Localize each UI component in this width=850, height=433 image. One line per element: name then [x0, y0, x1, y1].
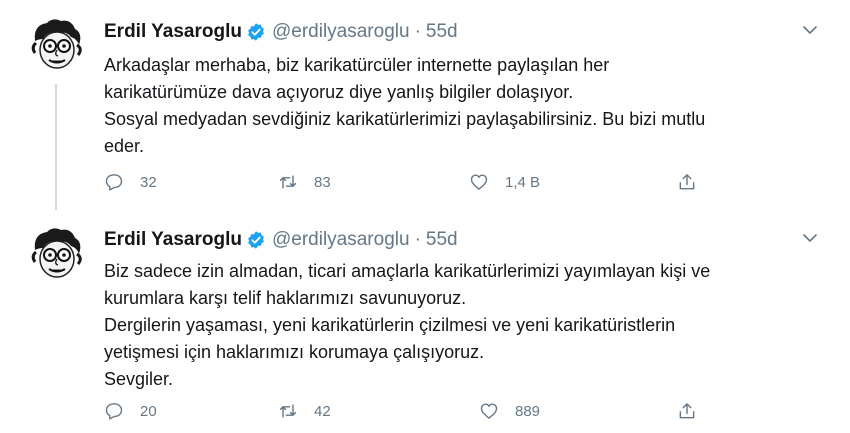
tweet-1[interactable]: Erdil Yasaroglu @erdilyasaroglu · 55d Ar…	[0, 0, 850, 210]
tweet-text-line: karikatürümüze dava açıyoruz diye yanlış…	[104, 82, 574, 102]
tweet-header: Erdil Yasaroglu @erdilyasaroglu · 55d	[104, 20, 458, 44]
tweet-timestamp[interactable]: 55d	[426, 21, 458, 43]
tweet-text-line: yetişmesi için haklarımızı korumaya çalı…	[104, 342, 485, 362]
verified-badge-icon	[248, 231, 264, 249]
caricature-avatar-image	[31, 228, 82, 278]
tweet-header: Erdil Yasaroglu @erdilyasaroglu · 55d	[104, 228, 458, 252]
author-handle[interactable]: @erdilyasaroglu	[272, 229, 410, 251]
reply-icon	[105, 174, 123, 191]
reply-count: 20	[140, 402, 157, 420]
separator-dot: ·	[414, 21, 421, 42]
tweet-text-line: kurumlara karşı telif haklarımızı savunu…	[104, 288, 467, 308]
avatar[interactable]	[27, 17, 85, 75]
share-icon	[679, 403, 695, 419]
retweet-count: 42	[314, 402, 331, 420]
tweet-2[interactable]: Erdil Yasaroglu @erdilyasaroglu · 55d Bi…	[0, 218, 850, 433]
retweet-button[interactable]: 42	[278, 401, 331, 421]
tweet-text-line: Dergilerin yaşaması, yeni karikatürlerin…	[104, 315, 676, 335]
thread-line	[55, 84, 57, 210]
reply-button[interactable]: 20	[104, 401, 157, 421]
reply-button[interactable]: 32	[104, 172, 157, 192]
author-handle[interactable]: @erdilyasaroglu	[272, 21, 410, 43]
tweet-text-line: Biz sadece izin almadan, ticari amaçlarl…	[104, 261, 711, 281]
avatar[interactable]	[27, 226, 85, 284]
separator-dot: ·	[414, 229, 421, 250]
verified-badge-icon	[248, 23, 264, 41]
tweet-actions: 20 42 889	[104, 401, 850, 427]
tweet-text-line: Arkadaşlar merhaba, biz karikatürcüler i…	[104, 55, 610, 75]
tweet-text-line: Sevgiler.	[104, 369, 174, 389]
share-icon	[679, 174, 695, 190]
heart-icon	[470, 174, 488, 190]
retweet-count: 83	[314, 173, 331, 191]
author-name[interactable]: Erdil Yasaroglu	[104, 229, 242, 251]
reply-count: 32	[140, 173, 157, 191]
tweet-text-line: eder.	[104, 136, 145, 156]
author-name[interactable]: Erdil Yasaroglu	[104, 21, 242, 43]
like-button[interactable]: 1,4 B	[469, 172, 540, 192]
share-button[interactable]	[677, 172, 697, 192]
tweet-text-line: Sosyal medyadan sevdiğiniz karikatürleri…	[104, 109, 706, 129]
caricature-avatar-image	[31, 19, 82, 69]
tweet-actions: 32 83 1,4 B	[104, 172, 850, 198]
retweet-button[interactable]: 83	[278, 172, 331, 192]
like-count: 889	[515, 402, 541, 420]
tweet-text: Biz sadece izin almadan, ticari amaçlarl…	[104, 258, 824, 393]
retweet-icon	[279, 175, 297, 189]
tweet-timestamp[interactable]: 55d	[426, 229, 458, 251]
like-button[interactable]: 889	[479, 401, 540, 421]
retweet-icon	[279, 404, 297, 418]
share-button[interactable]	[677, 401, 697, 421]
like-count: 1,4 B	[505, 173, 541, 191]
reply-icon	[105, 403, 123, 420]
chevron-down-icon[interactable]	[802, 22, 818, 38]
heart-icon	[480, 403, 498, 419]
tweet-text: Arkadaşlar merhaba, biz karikatürcüler i…	[104, 52, 824, 160]
chevron-down-icon[interactable]	[802, 230, 818, 246]
